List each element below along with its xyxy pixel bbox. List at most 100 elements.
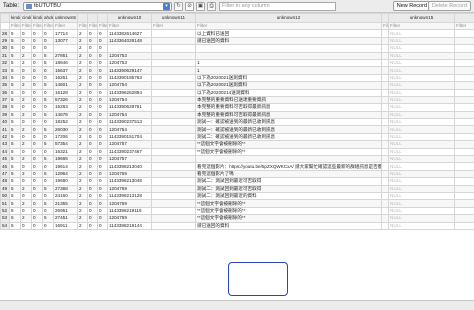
column-filter-input[interactable]: Filter (388, 21, 455, 31)
table-cell[interactable]: 0 (20, 191, 32, 201)
table-cell[interactable]: 0 (87, 58, 98, 68)
table-cell[interactable]: **這個文字會被刪除的** (195, 140, 382, 149)
table-cell[interactable]: NULL (388, 140, 455, 149)
table-cell[interactable] (151, 184, 196, 194)
table-cell[interactable]: 請已送回的資料 (195, 221, 382, 230)
table-cell[interactable] (381, 51, 389, 60)
table-cell[interactable]: 24160 (53, 191, 78, 201)
table-cell[interactable]: 27451 (53, 214, 78, 223)
row-number[interactable]: 29 (0, 36, 10, 46)
table-cell[interactable]: 0 (87, 169, 98, 179)
table-cell[interactable]: 2 (77, 66, 88, 75)
table-cell[interactable]: 5 (42, 95, 54, 105)
row-number[interactable]: 51 (0, 199, 10, 208)
row-number[interactable]: 28 (0, 29, 10, 38)
table-cell[interactable]: 5 (9, 199, 21, 208)
table-cell[interactable] (454, 147, 474, 157)
table-cell[interactable]: 0 (87, 162, 98, 171)
table-cell[interactable]: NULL (388, 58, 455, 68)
table-cell[interactable] (454, 36, 474, 46)
table-row[interactable]: 47 5 2 0 5 12964 2 0 0 1204759 看完這個影片了嗎 NULL (0, 169, 474, 179)
row-number[interactable]: 44 (0, 147, 10, 157)
table-cell[interactable]: 1143398219144 (107, 221, 152, 230)
table-cell[interactable]: NULL (388, 132, 455, 142)
table-cell[interactable]: NULL (388, 214, 455, 223)
table-cell[interactable]: 2 (77, 118, 88, 127)
table-cell[interactable]: 0 (97, 184, 108, 194)
table-row[interactable]: 45 5 2 0 5 19665 2 0 0 1204757 NULL (0, 155, 474, 164)
table-cell[interactable]: 0 (87, 110, 98, 120)
column-filter-input[interactable]: Filter (381, 21, 389, 31)
table-cell[interactable]: 2 (77, 199, 88, 208)
table-cell[interactable]: 0 (20, 177, 32, 186)
table-cell[interactable] (381, 110, 389, 120)
table-cell[interactable]: 0 (42, 177, 54, 186)
table-cell[interactable] (454, 132, 474, 142)
table-cell[interactable]: 本完整的重要資料已送達重要資訊 (195, 95, 382, 105)
table-cell[interactable]: 0 (97, 118, 108, 127)
table-cell[interactable]: 1143398213040 (107, 162, 152, 171)
table-cell[interactable] (195, 51, 382, 60)
column-filter-input[interactable]: Filter (77, 21, 88, 31)
table-cell[interactable]: 0 (97, 44, 108, 53)
row-number[interactable]: 54 (0, 221, 10, 230)
table-cell[interactable]: 0 (31, 51, 43, 60)
table-cell[interactable]: NULL (388, 221, 455, 230)
table-cell[interactable]: 2 (77, 125, 88, 134)
table-cell[interactable]: 0 (20, 36, 32, 46)
table-cell[interactable]: 0 (31, 221, 43, 230)
table-cell[interactable]: 2 (20, 51, 32, 60)
table-cell[interactable]: 5 (9, 73, 21, 83)
table-cell[interactable]: 5 (42, 140, 54, 149)
table-cell[interactable] (381, 191, 389, 201)
table-cell[interactable] (381, 36, 389, 46)
table-cell[interactable]: NULL (388, 44, 455, 53)
row-number[interactable]: 37 (0, 95, 10, 105)
table-cell[interactable]: 5 (9, 191, 21, 201)
table-cell[interactable]: 0 (87, 125, 98, 134)
table-cell[interactable]: 26951 (53, 206, 78, 216)
row-number[interactable]: 34 (0, 73, 10, 83)
table-cell[interactable] (381, 95, 389, 105)
table-row[interactable]: 42 5 0 0 0 17206 2 0 0 1143390151704 測試二：確認被送到的最新已… (0, 132, 474, 142)
table-cell[interactable]: 2 (77, 29, 88, 38)
table-cell[interactable] (151, 199, 196, 208)
table-cell[interactable] (151, 66, 196, 75)
table-cell[interactable] (151, 88, 196, 97)
table-cell[interactable]: 0 (87, 177, 98, 186)
table-cell[interactable]: 18646 (53, 58, 78, 68)
table-cell[interactable]: 2 (77, 169, 88, 179)
table-cell[interactable] (454, 95, 474, 105)
table-cell[interactable] (454, 214, 474, 223)
table-cell[interactable]: 1143390237467 (107, 147, 152, 157)
table-cell[interactable]: 5 (9, 214, 21, 223)
table-cell[interactable]: 0 (31, 206, 43, 216)
table-cell[interactable]: 0 (97, 51, 108, 60)
table-cell[interactable]: 2 (77, 110, 88, 120)
table-cell[interactable]: 0 (87, 44, 98, 53)
column-header[interactable] (0, 13, 10, 23)
table-cell[interactable] (381, 29, 389, 38)
table-cell[interactable]: NULL (388, 103, 455, 112)
table-cell[interactable]: 0 (20, 147, 32, 157)
table-cell[interactable]: 2 (77, 191, 88, 201)
table-cell[interactable]: 1204754 (107, 81, 152, 90)
table-cell[interactable]: 0 (20, 29, 32, 38)
row-number[interactable]: 46 (0, 162, 10, 171)
column-filter-input[interactable]: Filter (97, 21, 108, 31)
table-cell[interactable]: 2 (77, 103, 88, 112)
table-cell[interactable] (151, 177, 196, 186)
clear-filters-icon[interactable]: ⊘ (185, 1, 195, 11)
table-cell[interactable]: NULL (388, 66, 455, 75)
table-cell[interactable]: 0 (97, 177, 108, 186)
table-cell[interactable] (151, 155, 196, 164)
table-cell[interactable] (381, 118, 389, 127)
table-cell[interactable]: 1204757 (107, 140, 152, 149)
column-header[interactable]: unknown15 (388, 13, 455, 23)
table-cell[interactable]: 2 (77, 81, 88, 90)
table-cell[interactable]: 13077 (53, 36, 78, 46)
table-cell[interactable] (151, 206, 196, 216)
table-cell[interactable]: 2 (20, 95, 32, 105)
table-cell[interactable]: 5 (9, 125, 21, 134)
table-row[interactable]: 28 5 0 0 0 17714 2 0 0 1143382614627 以上資料已送回 NULL (0, 29, 474, 38)
